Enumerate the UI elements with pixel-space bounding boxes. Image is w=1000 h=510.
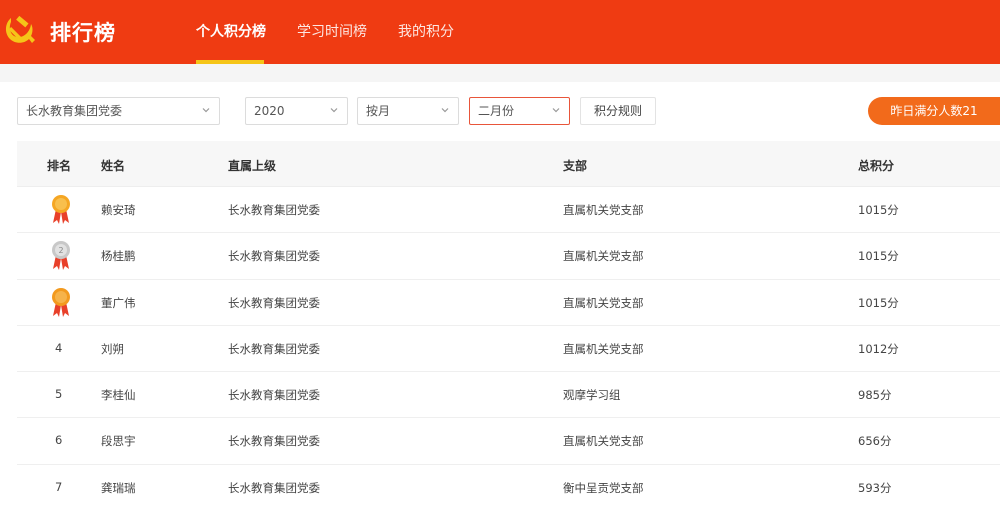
full-score-count-badge: 昨日满分人数21 bbox=[868, 97, 1000, 125]
top-header: 排行榜 个人积分榜 学习时间榜 我的积分 bbox=[0, 0, 1000, 64]
row-branch: 直属机关党支部 bbox=[563, 341, 644, 356]
column-header-rank: 排名 bbox=[47, 159, 72, 173]
row-superior: 长水教育集团党委 bbox=[228, 249, 320, 264]
row-rank: 6 bbox=[55, 433, 63, 448]
silver-medal-icon: 2 bbox=[52, 241, 70, 271]
row-superior: 长水教育集团党委 bbox=[228, 480, 320, 495]
row-name: 李桂仙 bbox=[101, 388, 136, 403]
row-superior: 长水教育集团党委 bbox=[228, 341, 320, 356]
row-score: 985分 bbox=[858, 388, 892, 403]
table-row[interactable]: 2 杨桂鹏 长水教育集团党委 直属机关党支部 1015分 bbox=[17, 233, 1000, 280]
tab-study-time-ranking[interactable]: 学习时间榜 bbox=[297, 21, 367, 41]
table-row[interactable]: 7 龚瑞瑞 长水教育集团党委 衡中呈贡党支部 593分 bbox=[17, 464, 1000, 510]
tab-personal-ranking[interactable]: 个人积分榜 bbox=[196, 21, 266, 41]
row-rank: 4 bbox=[55, 340, 63, 355]
table-row[interactable]: 赖安琦 长水教育集团党委 直属机关党支部 1015分 bbox=[17, 187, 1000, 234]
period-select-value: 按月 bbox=[366, 104, 391, 118]
row-branch: 直属机关党支部 bbox=[563, 203, 644, 217]
row-superior: 长水教育集团党委 bbox=[228, 203, 320, 217]
row-name: 段思宇 bbox=[101, 434, 136, 449]
year-select[interactable]: 2020 bbox=[245, 97, 348, 125]
row-name: 刘朔 bbox=[101, 341, 124, 356]
row-superior: 长水教育集团党委 bbox=[228, 295, 320, 310]
tab-my-points[interactable]: 我的积分 bbox=[398, 21, 454, 41]
column-header-name: 姓名 bbox=[101, 159, 126, 173]
table-row[interactable]: 董广伟 长水教育集团党委 直属机关党支部 1015分 bbox=[17, 279, 1000, 326]
row-rank: 5 bbox=[55, 387, 63, 402]
row-score: 1012分 bbox=[858, 341, 899, 356]
row-score: 1015分 bbox=[858, 203, 899, 217]
chevron-down-icon bbox=[202, 108, 210, 113]
row-superior: 长水教育集团党委 bbox=[228, 388, 320, 403]
row-score: 656分 bbox=[858, 434, 892, 449]
column-header-superior: 直属上级 bbox=[228, 159, 277, 173]
row-branch: 衡中呈贡党支部 bbox=[563, 480, 644, 495]
chevron-down-icon bbox=[441, 108, 449, 113]
year-select-value: 2020 bbox=[254, 104, 285, 118]
row-name: 赖安琦 bbox=[101, 203, 136, 217]
row-name: 董广伟 bbox=[101, 295, 136, 310]
organization-select[interactable]: 长水教育集团党委 bbox=[17, 97, 220, 125]
table-row[interactable]: 4 刘朔 长水教育集团党委 直属机关党支部 1012分 bbox=[17, 325, 1000, 373]
gold-medal-icon bbox=[52, 195, 70, 224]
row-name: 龚瑞瑞 bbox=[101, 480, 136, 495]
month-select-value: 二月份 bbox=[478, 104, 515, 118]
row-superior: 长水教育集团党委 bbox=[228, 434, 320, 449]
app-title: 排行榜 bbox=[50, 21, 116, 45]
table-row[interactable]: 5 李桂仙 长水教育集团党委 观摩学习组 985分 bbox=[17, 372, 1000, 419]
column-header-branch: 支部 bbox=[563, 159, 588, 173]
month-select[interactable]: 二月份 bbox=[469, 97, 570, 125]
row-branch: 直属机关党支部 bbox=[563, 249, 644, 264]
row-score: 593分 bbox=[858, 480, 892, 495]
points-rules-button[interactable]: 积分规则 bbox=[580, 97, 656, 125]
organization-select-value: 长水教育集团党委 bbox=[26, 104, 123, 118]
svg-text:2: 2 bbox=[58, 246, 63, 255]
table-header: 排名 姓名 直属上级 支部 总积分 bbox=[17, 141, 1000, 187]
row-name: 杨桂鹏 bbox=[101, 249, 136, 264]
row-score: 1015分 bbox=[858, 249, 899, 264]
bronze-medal-icon bbox=[52, 287, 70, 317]
row-branch: 观摩学习组 bbox=[563, 388, 621, 403]
period-select[interactable]: 按月 bbox=[357, 97, 459, 125]
row-score: 1015分 bbox=[858, 295, 899, 310]
row-branch: 直属机关党支部 bbox=[563, 295, 644, 310]
chevron-down-icon bbox=[552, 108, 560, 113]
column-header-score: 总积分 bbox=[858, 159, 895, 173]
row-rank: 7 bbox=[55, 479, 63, 494]
table-row[interactable]: 6 段思宇 长水教育集团党委 直属机关党支部 656分 bbox=[17, 418, 1000, 465]
chevron-down-icon bbox=[330, 108, 338, 113]
row-branch: 直属机关党支部 bbox=[563, 434, 644, 449]
party-emblem-icon bbox=[5, 15, 35, 43]
active-tab-indicator bbox=[196, 60, 264, 64]
ranking-table: 排名 姓名 直属上级 支部 总积分 赖安琦 长水教育集团党委 直属机关党支部 1… bbox=[17, 141, 1000, 510]
